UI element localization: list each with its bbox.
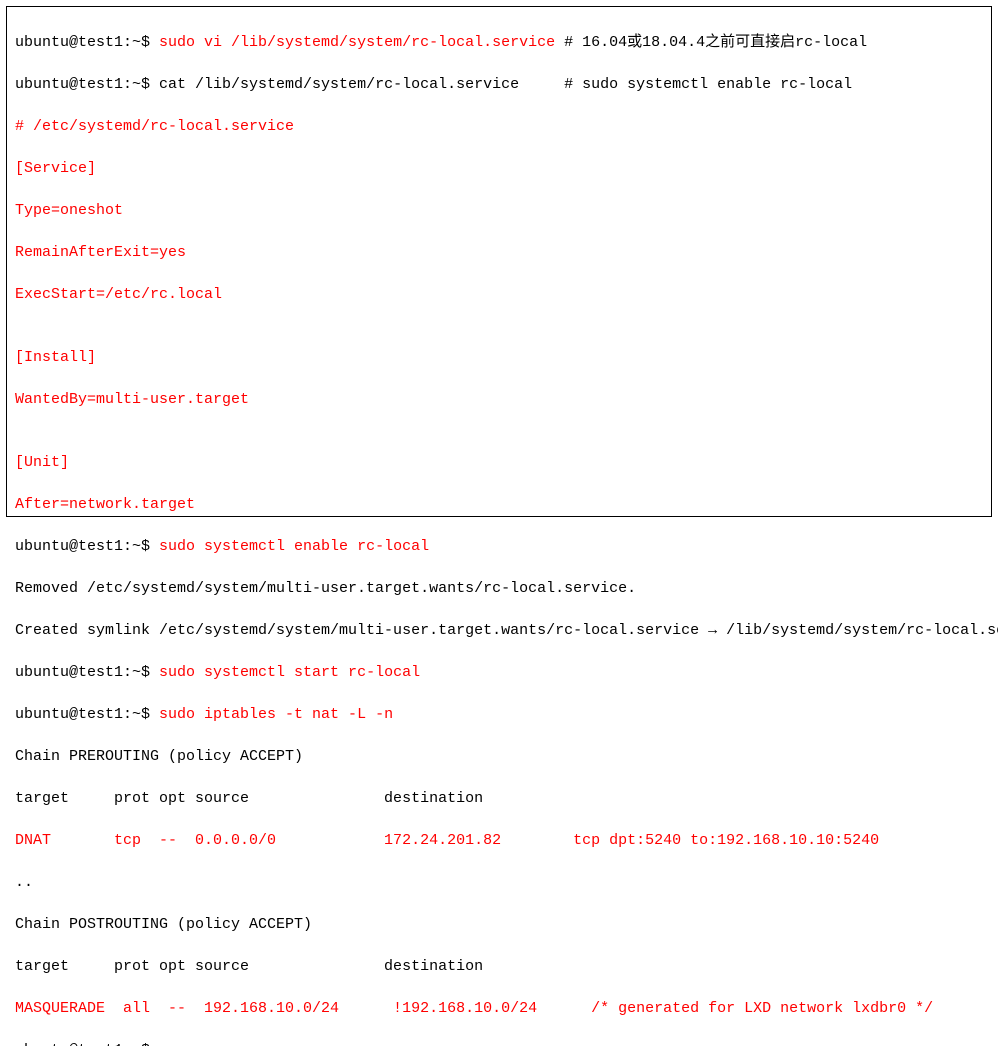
file-line: [Install] — [15, 347, 983, 368]
chain-header: Chain POSTROUTING (policy ACCEPT) — [15, 914, 983, 935]
prompt: ubuntu@test1:~$ — [15, 664, 159, 681]
cmd-text: sudo vi /lib/systemd/system/rc-local.ser… — [159, 34, 555, 51]
cmd-line-5: ubuntu@test1:~$ sudo iptables -t nat -L … — [15, 704, 983, 725]
cmd-text: sudo systemctl enable rc-local — [159, 538, 429, 555]
iptables-rule-dnat: DNAT tcp -- 0.0.0.0/0 172.24.201.82 tcp … — [15, 830, 983, 851]
file-line: After=network.target — [15, 494, 983, 515]
cmd-line-1: ubuntu@test1:~$ sudo vi /lib/systemd/sys… — [15, 32, 983, 53]
file-line: WantedBy=multi-user.target — [15, 389, 983, 410]
comment-text: # 16.04或18.04.4之前可直接启rc-local — [555, 34, 867, 51]
iptables-rule-masquerade: MASQUERADE all -- 192.168.10.0/24 !192.1… — [15, 998, 983, 1019]
ellipsis: .. — [15, 872, 983, 893]
chain-header: Chain PREROUTING (policy ACCEPT) — [15, 746, 983, 767]
file-line: [Service] — [15, 158, 983, 179]
terminal-window: ubuntu@test1:~$ sudo vi /lib/systemd/sys… — [6, 6, 992, 517]
prompt: ubuntu@test1:~$ — [15, 538, 159, 555]
final-prompt[interactable]: ubuntu@test1:~$ — [15, 1040, 983, 1046]
cmd-line-4: ubuntu@test1:~$ sudo systemctl start rc-… — [15, 662, 983, 683]
file-line: Type=oneshot — [15, 200, 983, 221]
file-line: ExecStart=/etc/rc.local — [15, 284, 983, 305]
cmd-line-2: ubuntu@test1:~$ cat /lib/systemd/system/… — [15, 74, 983, 95]
table-header: target prot opt source destination — [15, 788, 983, 809]
cmd-text: sudo iptables -t nat -L -n — [159, 706, 393, 723]
prompt: ubuntu@test1:~$ — [15, 34, 159, 51]
cmd-text: cat /lib/systemd/system/rc-local.service… — [159, 76, 852, 93]
file-line: # /etc/systemd/rc-local.service — [15, 116, 983, 137]
output-line: Removed /etc/systemd/system/multi-user.t… — [15, 578, 983, 599]
cmd-text: sudo systemctl start rc-local — [159, 664, 420, 681]
cmd-line-3: ubuntu@test1:~$ sudo systemctl enable rc… — [15, 536, 983, 557]
file-line: [Unit] — [15, 452, 983, 473]
output-line: Created symlink /etc/systemd/system/mult… — [15, 620, 983, 641]
table-header: target prot opt source destination — [15, 956, 983, 977]
file-line: RemainAfterExit=yes — [15, 242, 983, 263]
prompt: ubuntu@test1:~$ — [15, 76, 159, 93]
prompt: ubuntu@test1:~$ — [15, 706, 159, 723]
